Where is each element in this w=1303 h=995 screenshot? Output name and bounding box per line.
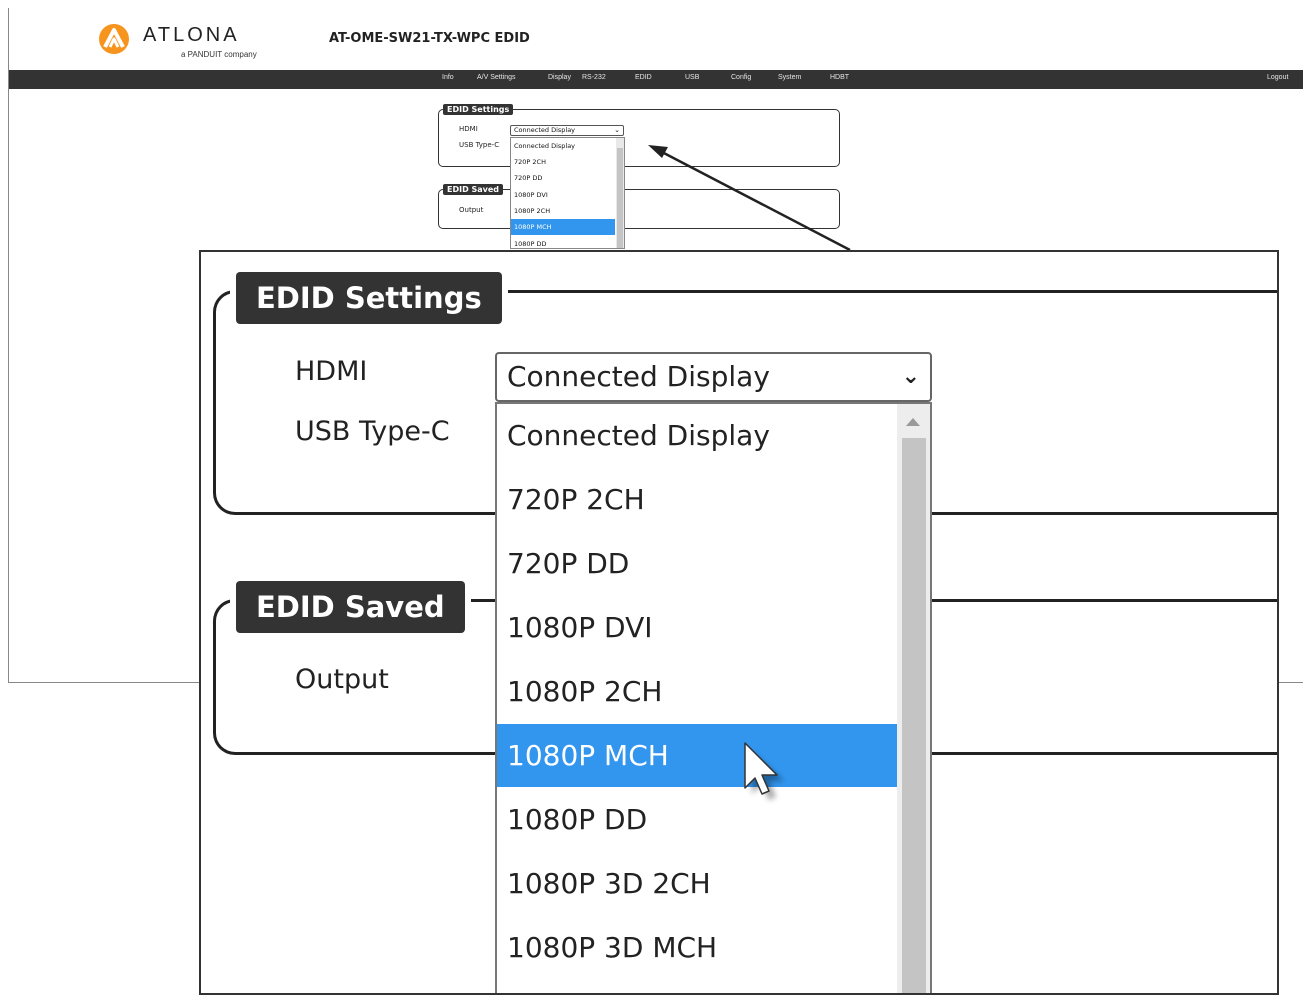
scrollbar-thumb[interactable] [902, 438, 926, 993]
edid-option-1080p-mch[interactable]: 1080P MCH [497, 724, 897, 787]
hdmi-label-small: HDMI [459, 125, 478, 133]
edid-option-small[interactable]: 720P 2CH [511, 154, 615, 170]
atlona-logo-icon [99, 24, 129, 54]
nav-display[interactable]: Display [548, 74, 571, 81]
logo-subtext: a PANDUIT company [181, 50, 257, 59]
edid-saved-legend-small: EDID Saved [443, 184, 504, 195]
edid-option-720p-dd[interactable]: 720P DD [497, 532, 897, 595]
edid-option-small[interactable]: 1080P DVI [511, 187, 615, 203]
edid-option-small[interactable]: 720P DD [511, 170, 615, 186]
nav-system[interactable]: System [778, 74, 801, 81]
scrollbar-thumb-small[interactable] [617, 148, 623, 248]
dropdown-scrollbar-small[interactable] [616, 138, 624, 248]
nav-edid[interactable]: EDID [635, 74, 652, 81]
hdmi-edid-dropdown-list[interactable]: Connected Display 720P 2CH 720P DD 1080P… [495, 402, 932, 993]
edid-settings-legend-small: EDID Settings [443, 104, 514, 115]
edid-option-small[interactable]: 1080P 2CH [511, 203, 615, 219]
page-title: AT-OME-SW21-TX-WPC EDID [329, 31, 530, 46]
nav-info[interactable]: Info [442, 74, 454, 81]
logout-link[interactable]: Logout [1267, 74, 1288, 81]
edid-option-small[interactable]: Connected Display [511, 138, 615, 154]
edid-option-connected-display[interactable]: Connected Display [497, 404, 897, 467]
edid-saved-fieldset-small: EDID Saved [438, 184, 840, 229]
edid-option-720p-2ch[interactable]: 720P 2CH [497, 468, 897, 531]
output-label-small: Output [459, 206, 484, 214]
nav-rs232[interactable]: RS-232 [582, 74, 606, 81]
hdmi-label: HDMI [295, 356, 368, 387]
hdmi-edid-select-small-value: Connected Display [514, 126, 576, 134]
edid-settings-fieldset-small: EDID Settings [438, 104, 840, 167]
chevron-down-icon: ⌄ [614, 126, 620, 134]
nav-usb[interactable]: USB [685, 74, 699, 81]
atlona-logo: ATLONA a PANDUIT company [97, 22, 267, 66]
usb-type-c-label: USB Type-C [295, 416, 450, 447]
edid-option-1080p-dvi[interactable]: 1080P DVI [497, 596, 897, 659]
hdmi-edid-select[interactable]: Connected Display ⌄ [495, 352, 932, 402]
mouse-pointer-icon [744, 742, 784, 800]
hdmi-edid-select-value: Connected Display [507, 360, 770, 393]
edid-option-1080p-3d-mch[interactable]: 1080P 3D MCH [497, 916, 897, 979]
zoomed-inset: EDID Settings HDMI USB Type-C EDID Saved… [199, 250, 1279, 995]
edid-saved-legend: EDID Saved [236, 581, 465, 633]
nav-config[interactable]: Config [731, 74, 751, 81]
output-label: Output [295, 664, 389, 695]
dropdown-scrollbar[interactable] [897, 404, 930, 993]
edid-option-1080p-dd[interactable]: 1080P DD [497, 788, 897, 851]
top-nav-bar: Info A/V Settings Display RS-232 EDID US… [9, 70, 1303, 89]
nav-av-settings[interactable]: A/V Settings [477, 74, 516, 81]
edid-option-small-highlighted[interactable]: 1080P MCH [511, 219, 615, 235]
chevron-down-icon: ⌄ [901, 364, 920, 389]
hdmi-edid-select-small[interactable]: Connected Display ⌄ [510, 125, 624, 136]
hdmi-edid-dropdown-small[interactable]: Connected Display 720P 2CH 720P DD 1080P… [510, 137, 625, 249]
edid-option-1080p-2ch[interactable]: 1080P 2CH [497, 660, 897, 723]
logo-text: ATLONA [143, 24, 240, 46]
edid-settings-legend: EDID Settings [236, 272, 502, 324]
edid-option-1080p-3d-2ch[interactable]: 1080P 3D 2CH [497, 852, 897, 915]
usb-type-c-label-small: USB Type-C [459, 141, 500, 149]
scroll-up-arrow-icon[interactable] [906, 418, 920, 426]
edid-option-small[interactable]: 1080P DD [511, 236, 615, 248]
nav-hdbt[interactable]: HDBT [830, 74, 849, 81]
